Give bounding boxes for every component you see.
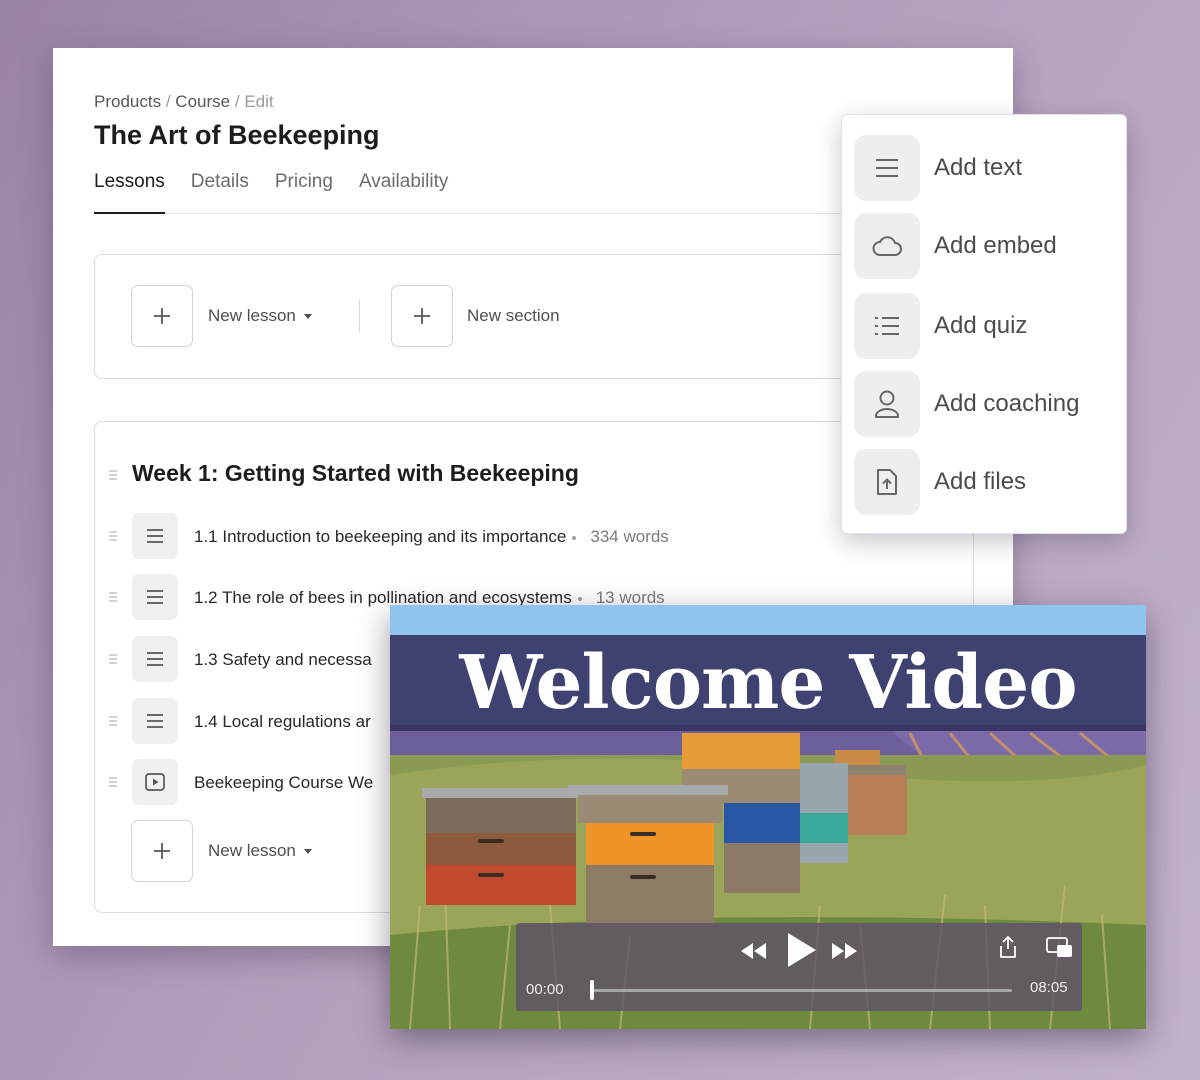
video-player[interactable]: Welcome Video 00:00 08:05 [390, 605, 1146, 1029]
plus-icon [414, 308, 430, 324]
drag-handle-icon[interactable] [108, 469, 118, 481]
video-title: Welcome Video [459, 640, 1077, 726]
menu-item-label: Add embed [934, 232, 1057, 259]
drag-handle-icon[interactable] [108, 776, 118, 788]
text-lines-icon [132, 636, 178, 682]
text-lines-icon [132, 574, 178, 620]
menu-item-add-coaching[interactable]: Add coaching [854, 371, 1116, 437]
picture-in-picture-icon[interactable] [1046, 937, 1074, 959]
menu-item-label: Add coaching [934, 390, 1080, 417]
person-icon [854, 371, 920, 437]
drag-handle-icon[interactable] [108, 530, 118, 542]
divider [359, 299, 360, 333]
menu-item-add-files[interactable]: Add files [854, 449, 1116, 515]
progress-scrubber[interactable] [590, 980, 594, 1000]
tab-pricing[interactable]: Pricing [275, 170, 333, 214]
tab-availability[interactable]: Availability [359, 170, 448, 214]
caret-down-icon [303, 314, 312, 320]
file-upload-icon [854, 449, 920, 515]
menu-item-label: Add files [934, 468, 1027, 495]
breadcrumb-separator: / [234, 92, 240, 111]
plus-icon [154, 843, 170, 859]
breadcrumb-edit: Edit [244, 92, 274, 111]
lesson-title: 1.3 Safety and necessa [194, 650, 372, 669]
cloud-icon [854, 213, 920, 279]
plus-icon [154, 308, 170, 324]
new-lesson-plus-button[interactable] [131, 285, 193, 347]
drag-handle-icon[interactable] [108, 653, 118, 665]
text-lines-icon [132, 698, 178, 744]
breadcrumb: Products / Course / Edit [94, 92, 274, 112]
rewind-icon[interactable] [738, 941, 768, 961]
word-count: 334 words [590, 527, 669, 546]
new-lesson-button[interactable]: New lesson [208, 306, 312, 326]
menu-item-add-quiz[interactable]: Add quiz [854, 293, 1116, 359]
new-section-button[interactable]: New section [467, 306, 560, 326]
tab-lessons[interactable]: Lessons [94, 170, 165, 214]
menu-item-label: Add quiz [934, 312, 1028, 339]
current-time: 00:00 [526, 981, 564, 998]
breadcrumb-course[interactable]: Course [175, 92, 230, 111]
lesson-title: 1.1 Introduction to beekeeping and its i… [194, 527, 669, 546]
play-icon[interactable] [784, 931, 818, 969]
share-icon[interactable] [998, 935, 1018, 959]
tab-details[interactable]: Details [191, 170, 249, 214]
drag-handle-icon[interactable] [108, 715, 118, 727]
list-icon [854, 293, 920, 359]
caret-down-icon [303, 849, 312, 855]
new-lesson-label: New lesson [208, 306, 296, 325]
lesson-title: Beekeeping Course We [194, 773, 374, 792]
section-new-lesson-button[interactable]: New lesson [208, 841, 312, 861]
text-lines-icon [854, 135, 920, 201]
menu-item-add-text[interactable]: Add text [854, 135, 1116, 201]
menu-item-add-embed[interactable]: Add embed [854, 213, 1116, 279]
section-new-lesson-plus-button[interactable] [131, 820, 193, 882]
play-icon [132, 759, 178, 805]
duration: 08:05 [1030, 979, 1068, 996]
fast-forward-icon[interactable] [830, 941, 860, 961]
progress-track[interactable] [592, 989, 1012, 992]
page-title: The Art of Beekeeping [94, 120, 380, 150]
breadcrumb-separator: / [165, 92, 171, 111]
video-controls: 00:00 08:05 [516, 923, 1082, 1011]
add-content-menu: Add text Add embed Add quiz Add coaching… [841, 114, 1127, 534]
breadcrumb-products[interactable]: Products [94, 92, 161, 111]
new-section-plus-button[interactable] [391, 285, 453, 347]
text-lines-icon [132, 513, 178, 559]
menu-item-label: Add text [934, 154, 1023, 181]
new-lesson-label: New lesson [208, 841, 296, 860]
lesson-title: 1.4 Local regulations ar [194, 712, 371, 731]
drag-handle-icon[interactable] [108, 591, 118, 603]
section-title[interactable]: Week 1: Getting Started with Beekeeping [132, 460, 579, 487]
